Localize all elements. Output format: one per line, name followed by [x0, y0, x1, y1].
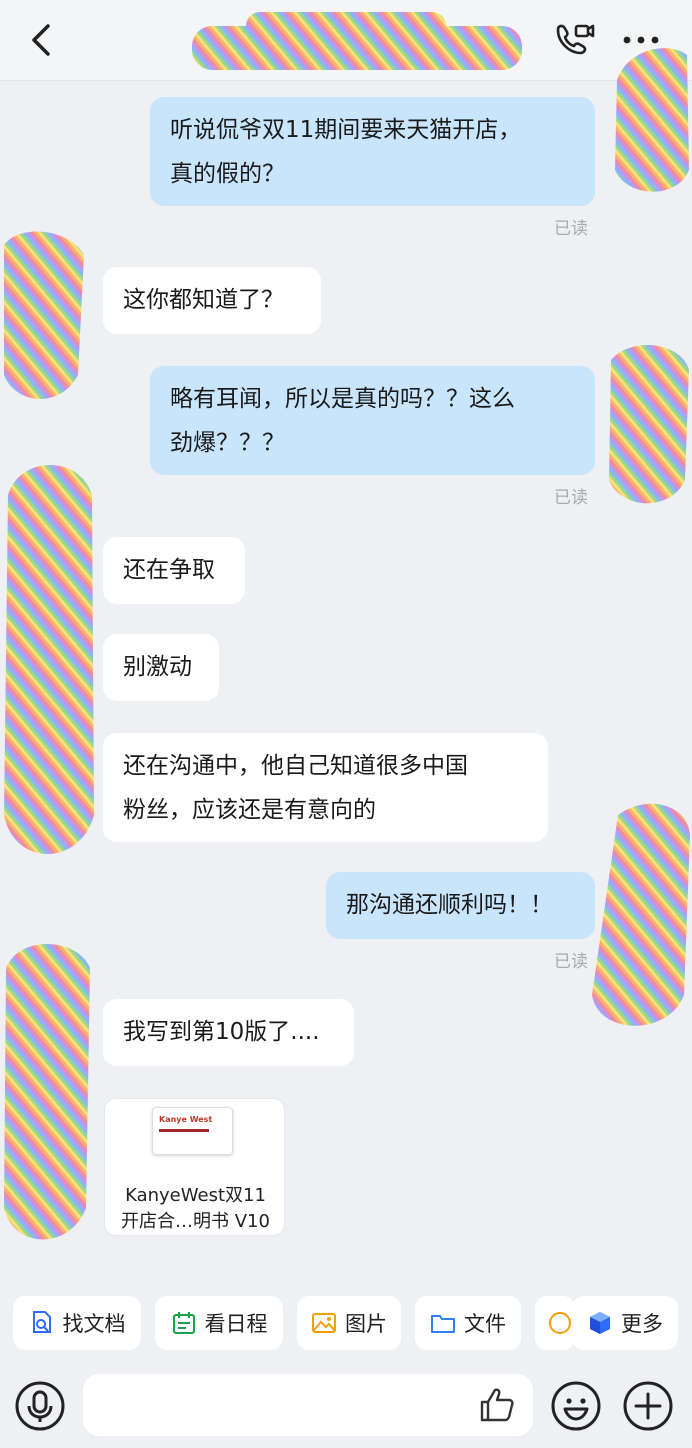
file-thumbnail: Kanye West: [152, 1107, 233, 1155]
chat-title-redacted: [192, 12, 522, 70]
back-arrow-icon[interactable]: [22, 20, 62, 60]
message-bubble-received[interactable]: 还在沟通中，他自己知道很多中国 粉丝，应该还是有意向的: [103, 733, 548, 842]
emoji-icon[interactable]: [550, 1380, 602, 1432]
more-button[interactable]: 更多: [572, 1296, 678, 1350]
folder-icon: [431, 1315, 455, 1333]
top-bar: [0, 0, 692, 81]
image-label: 图片: [345, 1312, 387, 1336]
read-receipt: 已读: [554, 952, 588, 972]
message-bubble-received[interactable]: 还在争取: [103, 537, 245, 604]
view-schedule-label: 看日程: [204, 1312, 268, 1336]
contact-avatar-redacted: [4, 231, 84, 400]
message-bubble-sent[interactable]: 略有耳闻，所以是真的吗？？这么 劲爆？？？: [150, 366, 595, 475]
my-avatar-redacted: [609, 345, 689, 504]
contact-avatar-redacted: [4, 943, 90, 1240]
view-schedule-button[interactable]: 看日程: [155, 1296, 283, 1350]
my-avatar-redacted: [592, 803, 690, 1026]
quick-action-bar: 找文档 看日程 图片 文件 更多: [0, 1296, 692, 1352]
message-bubble-received[interactable]: 这你都知道了？: [103, 267, 321, 334]
my-avatar-redacted: [615, 48, 689, 192]
message-bubble-sent[interactable]: 听说侃爷双11期间要来天猫开店， 真的假的？: [150, 97, 595, 206]
doc-search-icon: [32, 1311, 51, 1333]
input-bar: [0, 1362, 692, 1448]
partial-icon: [549, 1312, 571, 1334]
image-button[interactable]: 图片: [297, 1296, 401, 1350]
image-icon: [312, 1313, 336, 1333]
file-thumbnail-bar: [159, 1129, 209, 1132]
partial-action-button[interactable]: [535, 1296, 575, 1350]
file-label: 文件: [464, 1312, 506, 1336]
message-bubble-received[interactable]: 别激动: [103, 634, 219, 701]
calendar-icon: [172, 1312, 195, 1334]
thumbs-up-icon[interactable]: [478, 1386, 516, 1424]
read-receipt: 已读: [554, 488, 588, 508]
microphone-icon[interactable]: [14, 1380, 66, 1432]
find-docs-label: 找文档: [62, 1312, 126, 1336]
file-thumbnail-title: Kanye West: [159, 1115, 213, 1124]
find-docs-button[interactable]: 找文档: [13, 1296, 141, 1350]
plus-icon[interactable]: [622, 1380, 674, 1432]
more-label: 更多: [621, 1312, 663, 1336]
video-call-icon[interactable]: [552, 20, 596, 60]
message-bubble-received[interactable]: 我写到第10版了....: [103, 999, 354, 1066]
file-button[interactable]: 文件: [415, 1296, 521, 1350]
message-input[interactable]: [83, 1374, 533, 1436]
message-bubble-sent[interactable]: 那沟通还顺利吗！！: [326, 872, 595, 939]
file-message-card[interactable]: Kanye West KanyeWest双11 开店合…明书 V10: [104, 1098, 285, 1236]
contact-avatar-redacted: [4, 465, 94, 854]
app-cube-icon: [590, 1312, 610, 1334]
file-name: KanyeWest双11 开店合…明书 V10: [121, 1185, 270, 1232]
read-receipt: 已读: [554, 219, 588, 239]
